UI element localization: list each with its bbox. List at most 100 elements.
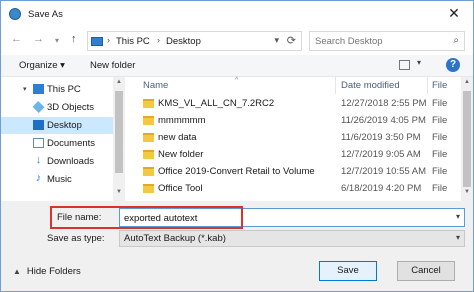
hide-folders-label: Hide Folders [26,266,81,277]
folder-icon [143,167,154,176]
scroll-up-icon[interactable]: ▲ [116,79,122,85]
close-button[interactable]: ✕ [447,5,461,22]
chevron-right-icon: › [107,35,110,45]
search-icon[interactable]: ⌕ [453,35,459,46]
folder-icon [143,150,154,159]
navigation-bar: ← → ▾ ↑ › This PC › Desktop ▾ ⟳ ⌕ [1,27,473,55]
music-icon: ♪ [35,172,42,184]
sidebar-item-downloads[interactable]: ↓ Downloads [1,153,113,170]
cube-icon [32,101,45,113]
file-type: File [432,183,448,194]
table-row[interactable]: Office Tool 6/18/2019 4:20 PM File [125,180,461,197]
folder-icon [143,116,154,125]
file-name: Office 2019-Convert Retail to Volume [158,166,315,177]
sidebar-item-label: Desktop [47,120,82,131]
chevron-down-icon[interactable]: ▾ [456,212,460,221]
file-name: Office Tool [158,183,203,194]
column-header-name[interactable]: Name [143,80,168,91]
documents-icon [33,138,44,148]
save-as-type-label: Save as type: [47,233,105,244]
file-type: File [432,166,448,177]
file-name: mmmmmm [158,115,206,126]
address-bar[interactable]: › This PC › Desktop ▾ ⟳ [87,31,302,51]
column-header-date-modified[interactable]: Date modified [341,80,400,91]
sidebar-item-label: This PC [47,84,81,95]
collapse-arrow-icon: ▲ [13,267,21,276]
column-divider[interactable] [335,77,336,94]
sidebar-item-desktop[interactable]: Desktop [1,117,113,134]
this-pc-icon [91,37,103,46]
organize-button[interactable]: Organize ▾ [19,60,65,71]
file-date: 12/7/2019 10:55 AM [341,166,427,177]
sidebar-item-this-pc[interactable]: This PC [1,81,113,98]
view-options-icon[interactable] [399,60,410,70]
table-row[interactable]: KMS_VL_ALL_CN_7.2RC2 12/27/2018 2:55 PM … [125,95,461,112]
view-dropdown-icon[interactable]: ▾ [417,58,421,67]
chevron-down-icon[interactable]: ▾ [456,233,460,242]
table-row[interactable]: mmmmmm 11/26/2019 4:05 PM File [125,112,461,129]
folder-icon [143,184,154,193]
window-title: Save As [28,9,63,20]
hide-folders-toggle[interactable]: ▲ Hide Folders [13,266,81,277]
back-button[interactable]: ← [11,33,22,45]
column-divider[interactable] [427,77,428,94]
save-form: File name: ▾ Save as type: AutoText Back… [1,201,473,251]
cancel-button[interactable]: Cancel [397,261,455,281]
table-row[interactable]: new data 11/6/2019 3:50 PM File [125,129,461,146]
sort-ascending-icon: ^ [235,77,239,84]
scrollbar-thumb[interactable] [463,91,471,187]
search-input[interactable] [315,35,440,48]
desktop-icon [33,120,44,130]
forward-button[interactable]: → [33,33,44,45]
recent-locations-dropdown[interactable]: ▾ [55,36,59,45]
help-button[interactable]: ? [446,58,460,72]
folder-icon [143,99,154,108]
file-date: 11/6/2019 3:50 PM [341,132,421,143]
file-name: KMS_VL_ALL_CN_7.2RC2 [158,98,275,109]
search-box[interactable]: ⌕ [309,31,465,51]
save-as-type-value: AutoText Backup (*.kab) [124,233,226,244]
scrollbar-thumb[interactable] [115,91,123,173]
file-list: ^ Name Date modified File KMS_VL_ALL_CN_… [125,77,473,201]
sidebar-item-3d-objects[interactable]: 3D Objects [1,99,113,116]
scroll-up-icon[interactable]: ▲ [464,79,470,85]
title-bar: Save As ✕ [1,1,473,27]
sidebar-item-label: Music [47,174,72,185]
file-type: File [432,132,448,143]
scroll-down-icon[interactable]: ▼ [116,189,122,195]
highlight-box [50,206,243,229]
table-row[interactable]: Office 2019-Convert Retail to Volume 12/… [125,163,461,180]
dialog-footer: ▲ Hide Folders Save Cancel [1,251,473,291]
breadcrumb-desktop[interactable]: Desktop [166,36,201,47]
file-date: 12/27/2018 2:55 PM [341,98,427,109]
file-date: 11/26/2019 4:05 PM [341,115,426,126]
breadcrumb-this-pc[interactable]: This PC [116,36,150,47]
command-bar: Organize ▾ New folder ▾ ? [1,55,473,77]
sidebar-item-music[interactable]: ♪ Music [1,171,113,188]
save-as-dialog: Save As ✕ ← → ▾ ↑ › This PC › Desktop ▾ … [0,0,474,292]
file-type: File [432,98,448,109]
browser-area: ▾ This PC 3D Objects Desktop Documents ↓… [1,77,473,201]
folder-icon [143,133,154,142]
navigation-pane-scrollbar[interactable]: ▲ ▼ [113,77,125,201]
refresh-icon[interactable]: ⟳ [287,34,296,47]
file-date: 12/7/2019 9:05 AM [341,149,421,160]
download-icon: ↓ [35,154,42,166]
new-folder-button[interactable]: New folder [90,60,135,71]
up-button[interactable]: ↑ [71,33,77,45]
chevron-right-icon: › [157,35,160,45]
file-date: 6/18/2019 4:20 PM [341,183,422,194]
column-header-type[interactable]: File [432,80,447,91]
computer-icon [33,84,44,94]
scroll-down-icon[interactable]: ▼ [464,189,470,195]
file-name: new data [158,132,197,143]
file-list-scrollbar[interactable]: ▲ ▼ [461,77,473,201]
table-row[interactable]: New folder 12/7/2019 9:05 AM File [125,146,461,163]
sidebar-item-label: 3D Objects [47,102,94,113]
save-button[interactable]: Save [319,261,377,281]
address-dropdown-icon[interactable]: ▾ [274,35,279,46]
sidebar-item-documents[interactable]: Documents [1,135,113,152]
save-as-type-select[interactable]: AutoText Backup (*.kab) ▾ [119,230,465,247]
file-name: New folder [158,149,204,160]
sidebar-item-label: Downloads [47,156,94,167]
